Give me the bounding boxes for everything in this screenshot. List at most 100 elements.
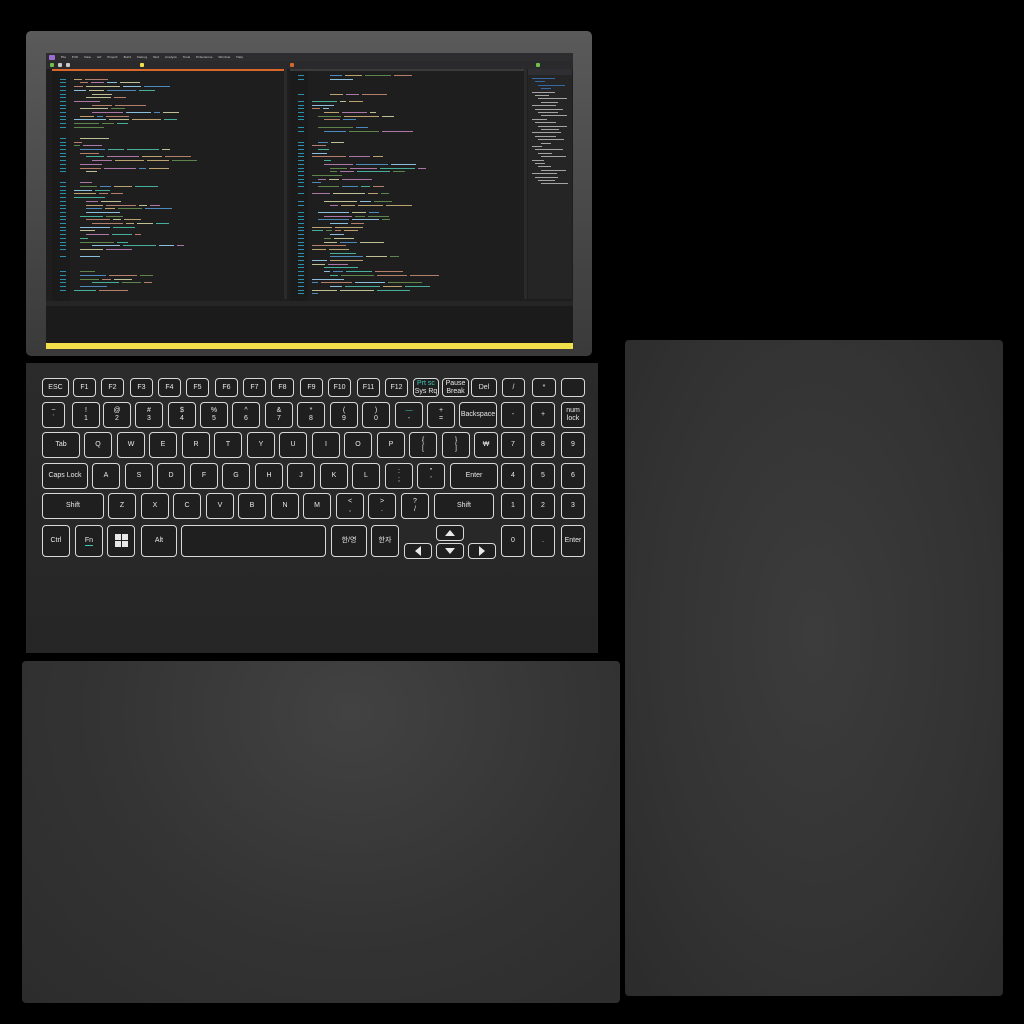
key-period[interactable]: >. bbox=[368, 493, 396, 519]
solution-item[interactable] bbox=[532, 132, 561, 134]
solution-item[interactable] bbox=[541, 183, 568, 185]
key-prtsc[interactable]: Prt sc Sys Rq bbox=[413, 378, 439, 397]
key-ctrl[interactable]: Ctrl bbox=[42, 525, 70, 557]
solution-item[interactable] bbox=[535, 149, 563, 151]
solution-explorer[interactable] bbox=[528, 69, 572, 299]
key-equals[interactable]: + = bbox=[427, 402, 455, 428]
key-f11[interactable]: F11 bbox=[357, 378, 380, 397]
ide-menu-item[interactable]: Project bbox=[107, 55, 117, 59]
key-backslash[interactable]: ₩ bbox=[474, 432, 498, 458]
key-f2[interactable]: F2 bbox=[101, 378, 124, 397]
tab-icon[interactable] bbox=[290, 63, 294, 67]
key-b[interactable]: B bbox=[238, 493, 266, 519]
key-f10[interactable]: F10 bbox=[328, 378, 351, 397]
run-icon[interactable] bbox=[50, 63, 54, 67]
solution-item[interactable] bbox=[538, 180, 555, 181]
key-numpad-multiply[interactable]: * bbox=[532, 378, 556, 397]
solution-item[interactable] bbox=[538, 84, 565, 86]
key-q[interactable]: Q bbox=[84, 432, 112, 458]
key-shift-right[interactable]: Shift bbox=[434, 493, 494, 519]
solution-item[interactable] bbox=[532, 91, 555, 93]
save-icon[interactable] bbox=[58, 63, 62, 67]
key-c[interactable]: C bbox=[173, 493, 201, 519]
key-m[interactable]: M bbox=[303, 493, 331, 519]
ide-menu-item[interactable]: Test bbox=[153, 55, 159, 59]
solution-item[interactable] bbox=[538, 166, 551, 168]
solution-item[interactable] bbox=[532, 118, 547, 120]
key-fn[interactable]: Fn bbox=[75, 525, 103, 557]
live-share-icon[interactable] bbox=[536, 63, 540, 67]
solution-item[interactable] bbox=[538, 125, 567, 127]
undo-icon[interactable] bbox=[66, 63, 70, 67]
key-p[interactable]: P bbox=[377, 432, 405, 458]
key-arrow-down[interactable] bbox=[436, 543, 464, 559]
key-numpad-4[interactable]: 4 bbox=[501, 463, 525, 489]
key-v[interactable]: V bbox=[206, 493, 234, 519]
key-tilde[interactable]: ~ ` bbox=[42, 402, 65, 428]
key-d[interactable]: D bbox=[157, 463, 185, 489]
code-editor-right[interactable] bbox=[290, 69, 524, 301]
key-pause[interactable]: Pause Break bbox=[442, 378, 469, 397]
key-numpad-7[interactable]: 7 bbox=[501, 432, 525, 458]
key-u[interactable]: U bbox=[279, 432, 307, 458]
key-numpad-divide[interactable]: / bbox=[502, 378, 525, 397]
key-space[interactable] bbox=[181, 525, 326, 557]
key-arrow-right[interactable] bbox=[468, 543, 496, 559]
key-shift-left[interactable]: Shift bbox=[42, 493, 104, 519]
solution-item[interactable] bbox=[532, 78, 555, 79]
key-n[interactable]: N bbox=[271, 493, 299, 519]
ide-menu-item[interactable]: Help bbox=[236, 55, 243, 59]
key-o[interactable]: O bbox=[344, 432, 372, 458]
key-numpad-9[interactable]: 9 bbox=[561, 432, 585, 458]
key-3[interactable]: #3 bbox=[135, 402, 163, 428]
key-del[interactable]: Del bbox=[471, 378, 497, 397]
key-tab[interactable]: Tab bbox=[42, 432, 80, 458]
key-numpad-period[interactable]: . bbox=[531, 525, 555, 557]
ide-menu-item[interactable]: Window bbox=[218, 55, 230, 59]
key-minus[interactable]: — - bbox=[395, 402, 423, 428]
key-t[interactable]: T bbox=[214, 432, 242, 458]
solution-item[interactable] bbox=[535, 95, 549, 96]
key-left-bracket[interactable]: {[ bbox=[409, 432, 437, 458]
editor-scrollbar[interactable] bbox=[284, 69, 287, 299]
key-8[interactable]: * 8 bbox=[297, 402, 325, 428]
key-5[interactable]: % 5 bbox=[200, 402, 228, 428]
solution-item[interactable] bbox=[535, 81, 545, 83]
ide-menu-item[interactable]: File bbox=[61, 55, 66, 59]
solution-item[interactable] bbox=[538, 112, 558, 113]
key-2[interactable]: @2 bbox=[103, 402, 131, 428]
ide-menu-item[interactable]: Extensions bbox=[196, 55, 212, 59]
key-numpad-5[interactable]: 5 bbox=[531, 463, 555, 489]
key-numpad-2[interactable]: 2 bbox=[531, 493, 555, 519]
key-enter[interactable]: Enter bbox=[450, 463, 498, 489]
key-alt[interactable]: Alt bbox=[141, 525, 177, 557]
key-numpad-3[interactable]: 3 bbox=[561, 493, 585, 519]
key-f5[interactable]: F5 bbox=[186, 378, 209, 397]
ide-menu-item[interactable]: View bbox=[84, 55, 91, 59]
key-numpad-8[interactable]: 8 bbox=[531, 432, 555, 458]
key-1[interactable]: ! 1 bbox=[72, 402, 100, 428]
key-0[interactable]: ) 0 bbox=[362, 402, 390, 428]
key-capslock[interactable]: Caps Lock bbox=[42, 463, 88, 489]
key-r[interactable]: R bbox=[182, 432, 210, 458]
key-numpad-0[interactable]: 0 bbox=[501, 525, 525, 557]
solution-item[interactable] bbox=[541, 88, 551, 90]
output-panel[interactable] bbox=[46, 301, 573, 343]
solution-item[interactable] bbox=[532, 105, 556, 107]
key-9[interactable]: (9 bbox=[330, 402, 358, 428]
key-j[interactable]: J bbox=[287, 463, 315, 489]
key-a[interactable]: A bbox=[92, 463, 120, 489]
key-quote[interactable]: " ' bbox=[417, 463, 445, 489]
solution-item[interactable] bbox=[541, 129, 559, 130]
solution-item[interactable] bbox=[541, 169, 566, 171]
key-l[interactable]: L bbox=[352, 463, 380, 489]
key-right-bracket[interactable]: }] bbox=[442, 432, 470, 458]
key-backspace[interactable]: Backspace bbox=[459, 402, 497, 428]
key-numpad-1[interactable]: 1 bbox=[501, 493, 525, 519]
editor-scrollbar[interactable] bbox=[524, 69, 527, 299]
key-f4[interactable]: F4 bbox=[158, 378, 181, 397]
solution-item[interactable] bbox=[535, 163, 545, 164]
solution-item[interactable] bbox=[532, 159, 544, 161]
solution-item[interactable] bbox=[535, 176, 558, 178]
ide-menu-item[interactable]: Git bbox=[97, 55, 101, 59]
